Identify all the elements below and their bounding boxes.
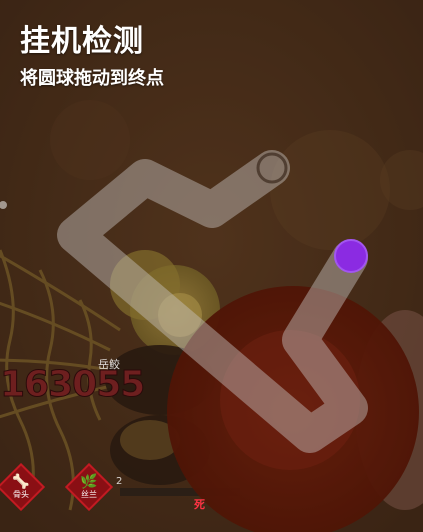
dialog-title: 挂机检测 (20, 24, 144, 59)
item-label: 骨头 (12, 489, 29, 499)
dialog-instruction: 将圆球拖动到终点 (20, 68, 164, 89)
bone-icon: 🦴 (12, 473, 30, 490)
bottom-status-label: 死 (194, 498, 205, 511)
game-screen: 挂机检测 将圆球拖动到终点 岳鲛 163055 2 死 🦴 骨头 🌿 丝兰 (0, 0, 423, 532)
score-counter: 163055 (0, 364, 146, 406)
leaf-icon: 🌿 (80, 473, 98, 490)
drag-ball[interactable] (334, 239, 368, 273)
bottom-count: 2 (116, 476, 123, 487)
item-label: 丝兰 (81, 489, 97, 499)
